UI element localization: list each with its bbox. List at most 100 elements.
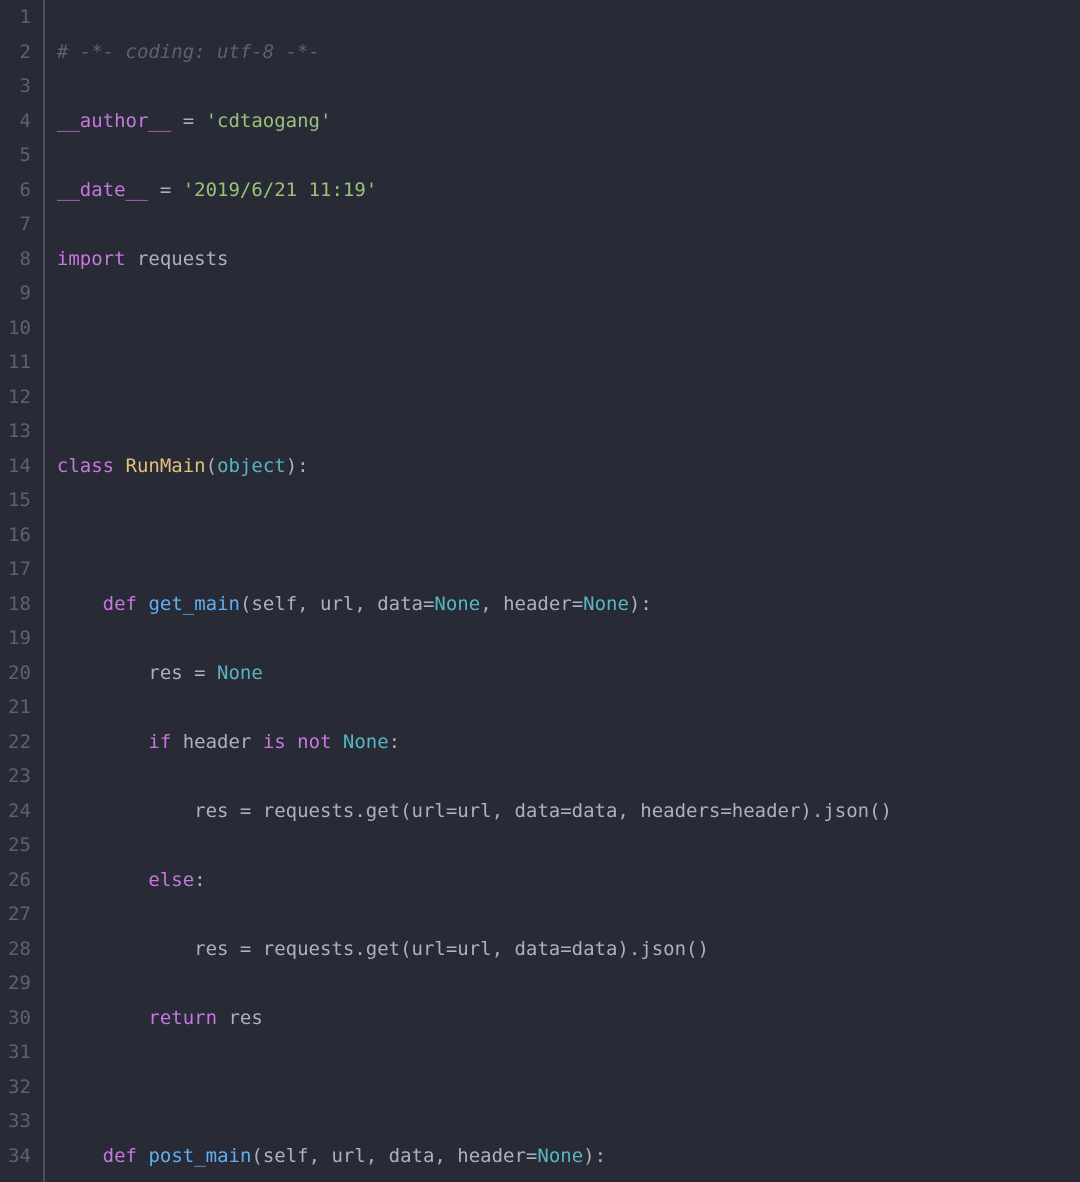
expr: header	[171, 731, 263, 753]
stmt: res = requests.get(url=url, data=data).j…	[194, 938, 709, 960]
line-number: 20	[8, 656, 31, 691]
line-number: 4	[8, 104, 31, 139]
line-number: 23	[8, 759, 31, 794]
module-name: requests	[126, 248, 229, 270]
line-number-gutter: 1234567891011121314151617181920212223242…	[0, 0, 43, 1182]
kw-if: if	[148, 731, 171, 753]
code-line[interactable]	[57, 518, 1080, 553]
func-name: post_main	[148, 1145, 251, 1167]
code-editor-area[interactable]: # -*- coding: utf-8 -*- __author__ = 'cd…	[45, 0, 1080, 1182]
paren: (	[206, 455, 217, 477]
code-line[interactable]: if header is not None:	[57, 725, 1080, 760]
line-number: 33	[8, 1104, 31, 1139]
line-number: 31	[8, 1035, 31, 1070]
code-line[interactable]	[57, 380, 1080, 415]
params: , header=	[480, 593, 583, 615]
line-number: 17	[8, 552, 31, 587]
kw-import: import	[57, 248, 126, 270]
expr: res	[217, 1007, 263, 1029]
kw-class: class	[57, 455, 114, 477]
line-number: 30	[8, 1001, 31, 1036]
line-number: 24	[8, 794, 31, 829]
space	[331, 731, 342, 753]
params: (self, url, data, header=	[251, 1145, 537, 1167]
paren-colon: ):	[629, 593, 652, 615]
line-number: 5	[8, 138, 31, 173]
line-number: 15	[8, 483, 31, 518]
line-number: 28	[8, 932, 31, 967]
line-number: 27	[8, 897, 31, 932]
line-number: 10	[8, 311, 31, 346]
indent	[57, 662, 149, 684]
none-const: None	[537, 1145, 583, 1167]
paren-colon: ):	[583, 1145, 606, 1167]
dunder-var: __date__	[57, 179, 149, 201]
indent	[57, 800, 194, 822]
op-eq: =	[171, 110, 205, 132]
line-number: 3	[8, 69, 31, 104]
code-line[interactable]: res = None	[57, 656, 1080, 691]
builtin-object: object	[217, 455, 286, 477]
line-number: 19	[8, 621, 31, 656]
none-const: None	[343, 731, 389, 753]
code-line[interactable]: # -*- coding: utf-8 -*-	[57, 35, 1080, 70]
stmt: res = requests.get(url=url, data=data, h…	[194, 800, 892, 822]
colon: :	[194, 869, 205, 891]
line-number: 14	[8, 449, 31, 484]
code-line[interactable]: res = requests.get(url=url, data=data, h…	[57, 794, 1080, 829]
string-literal: 'cdtaogang'	[206, 110, 332, 132]
indent	[57, 593, 103, 615]
assign: res =	[148, 662, 217, 684]
line-number: 16	[8, 518, 31, 553]
line-number: 7	[8, 207, 31, 242]
class-name: RunMain	[126, 455, 206, 477]
code-line[interactable]	[57, 1070, 1080, 1105]
line-number: 34	[8, 1139, 31, 1174]
code-line[interactable]: else:	[57, 863, 1080, 898]
line-number: 12	[8, 380, 31, 415]
indent	[57, 731, 149, 753]
dunder-var: __author__	[57, 110, 171, 132]
line-number: 6	[8, 173, 31, 208]
kw-def: def	[103, 593, 137, 615]
code-line[interactable]: __author__ = 'cdtaogang'	[57, 104, 1080, 139]
code-line[interactable]: class RunMain(object):	[57, 449, 1080, 484]
line-number: 21	[8, 690, 31, 725]
line-number: 26	[8, 863, 31, 898]
op-eq: =	[148, 179, 182, 201]
code-line[interactable]: def get_main(self, url, data=None, heade…	[57, 587, 1080, 622]
space	[137, 593, 148, 615]
indent	[57, 938, 194, 960]
func-name: get_main	[148, 593, 240, 615]
kw-isnot: is not	[263, 731, 332, 753]
indent	[57, 869, 149, 891]
kw-else: else	[148, 869, 194, 891]
kw-def: def	[103, 1145, 137, 1167]
none-const: None	[583, 593, 629, 615]
string-literal: '2019/6/21 11:19'	[183, 179, 377, 201]
line-number: 22	[8, 725, 31, 760]
line-number: 9	[8, 276, 31, 311]
code-line[interactable]: __date__ = '2019/6/21 11:19'	[57, 173, 1080, 208]
none-const: None	[434, 593, 480, 615]
line-number: 32	[8, 1070, 31, 1105]
kw-return: return	[148, 1007, 217, 1029]
none-const: None	[217, 662, 263, 684]
line-number: 1	[8, 0, 31, 35]
indent	[57, 1007, 149, 1029]
line-number: 25	[8, 828, 31, 863]
space	[114, 455, 125, 477]
code-line[interactable]	[57, 311, 1080, 346]
code-line[interactable]: def post_main(self, url, data, header=No…	[57, 1139, 1080, 1174]
line-number: 29	[8, 966, 31, 1001]
line-number: 11	[8, 345, 31, 380]
line-number: 2	[8, 35, 31, 70]
code-line[interactable]: return res	[57, 1001, 1080, 1036]
code-line[interactable]: import requests	[57, 242, 1080, 277]
colon: :	[389, 731, 400, 753]
line-number: 8	[8, 242, 31, 277]
code-line[interactable]: res = requests.get(url=url, data=data).j…	[57, 932, 1080, 967]
comment-text: # -*- coding: utf-8 -*-	[57, 41, 320, 63]
paren-colon: ):	[286, 455, 309, 477]
line-number: 18	[8, 587, 31, 622]
